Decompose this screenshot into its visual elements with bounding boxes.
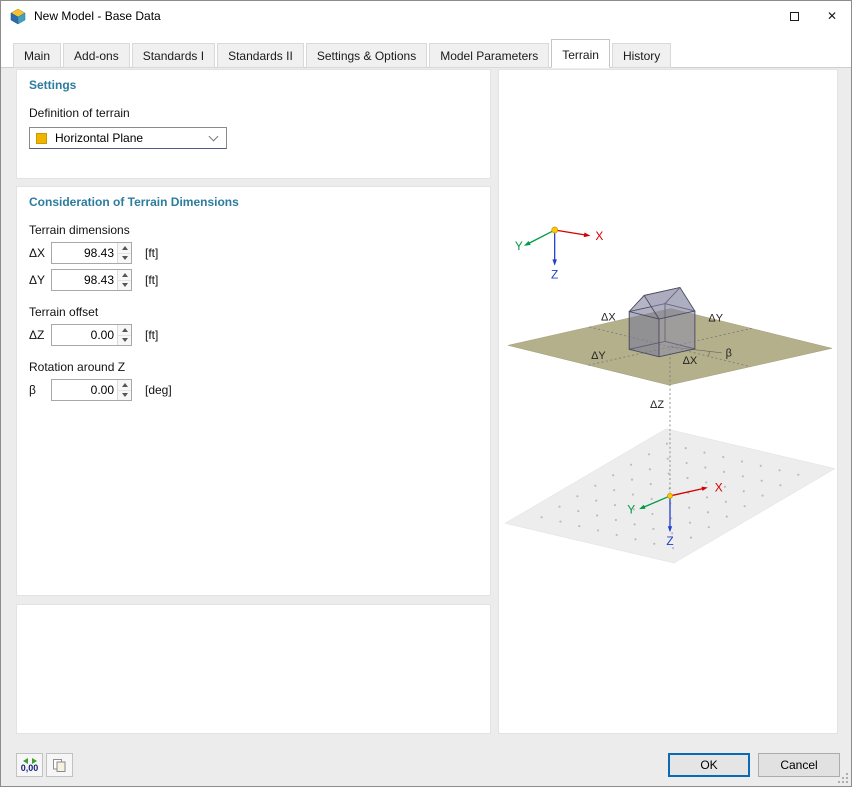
dz-label: ΔZ bbox=[650, 399, 664, 411]
dz-spin-down[interactable] bbox=[118, 335, 131, 346]
tab-add-ons[interactable]: Add-ons bbox=[63, 43, 130, 68]
chevron-down-icon bbox=[209, 131, 219, 141]
tab-standards-2[interactable]: Standards II bbox=[217, 43, 304, 68]
beta-spinner bbox=[117, 380, 131, 400]
tab-model-parameters[interactable]: Model Parameters bbox=[429, 43, 549, 68]
tab-terrain[interactable]: Terrain bbox=[551, 39, 610, 68]
dx-row: ΔX [ft] bbox=[29, 242, 478, 264]
terrain-illustration: X Y Z bbox=[499, 70, 837, 733]
dy-unit: [ft] bbox=[145, 273, 158, 287]
down-arrow-icon bbox=[122, 283, 128, 287]
dx-label: ΔX bbox=[601, 311, 616, 323]
tab-main[interactable]: Main bbox=[13, 43, 61, 68]
definition-of-terrain-label: Definition of terrain bbox=[29, 106, 478, 120]
maximize-button[interactable] bbox=[775, 1, 813, 31]
dx-input[interactable] bbox=[52, 243, 117, 263]
ok-button[interactable]: OK bbox=[668, 753, 750, 777]
display-precision-button[interactable]: 0,00 bbox=[16, 753, 43, 777]
settings-panel: Settings Definition of terrain Horizonta… bbox=[16, 69, 491, 179]
rotation-around-z-label: Rotation around Z bbox=[29, 360, 478, 374]
axis-z-label: Z bbox=[551, 268, 558, 282]
beta-label: β bbox=[726, 347, 732, 359]
terrain-preview-panel: X Y Z bbox=[498, 69, 838, 734]
tab-settings-options[interactable]: Settings & Options bbox=[306, 43, 427, 68]
down-arrow-icon bbox=[122, 256, 128, 260]
copy-icon bbox=[52, 758, 67, 773]
precision-label: 0,00 bbox=[21, 764, 39, 773]
terrain-definition-value: Horizontal Plane bbox=[55, 131, 210, 145]
beta-row: β [deg] bbox=[29, 379, 478, 401]
beta-unit: [deg] bbox=[145, 383, 172, 397]
beta-spin-up[interactable] bbox=[118, 380, 131, 390]
dy-spinner bbox=[117, 270, 131, 290]
up-arrow-icon bbox=[122, 273, 128, 277]
down-arrow-icon bbox=[122, 338, 128, 342]
new-model-dialog: New Model - Base Data ✕ Main Add-ons Sta… bbox=[0, 0, 852, 787]
axis-x-label: X bbox=[595, 229, 603, 243]
dialog-content: Settings Definition of terrain Horizonta… bbox=[1, 68, 851, 786]
terrain-offset-label: Terrain offset bbox=[29, 305, 478, 319]
resize-grip[interactable] bbox=[837, 772, 849, 784]
house-model bbox=[629, 287, 695, 356]
tab-history[interactable]: History bbox=[612, 43, 671, 68]
dx-unit: [ft] bbox=[145, 246, 158, 260]
terrain-color-swatch bbox=[36, 133, 47, 144]
dimensions-heading: Consideration of Terrain Dimensions bbox=[29, 195, 478, 209]
dy-spinbox bbox=[51, 269, 132, 291]
maximize-icon bbox=[790, 12, 799, 21]
dx-spin-down[interactable] bbox=[118, 253, 131, 264]
dx-spinner bbox=[117, 243, 131, 263]
terrain-definition-dropdown[interactable]: Horizontal Plane bbox=[29, 127, 227, 149]
terrain-dimensions-panel: Consideration of Terrain Dimensions Terr… bbox=[16, 186, 491, 596]
beta-spinbox bbox=[51, 379, 132, 401]
dz-spinbox bbox=[51, 324, 132, 346]
dz-input[interactable] bbox=[52, 325, 117, 345]
window-title: New Model - Base Data bbox=[34, 9, 775, 23]
beta-input[interactable] bbox=[52, 380, 117, 400]
dz-unit: [ft] bbox=[145, 328, 158, 342]
down-arrow-icon bbox=[122, 393, 128, 397]
cancel-button[interactable]: Cancel bbox=[758, 753, 840, 777]
dx-symbol: ΔX bbox=[29, 246, 51, 260]
up-arrow-icon bbox=[122, 246, 128, 250]
axis-z-label: Z bbox=[666, 534, 673, 548]
dx-spin-up[interactable] bbox=[118, 243, 131, 253]
dx-spinbox bbox=[51, 242, 132, 264]
settings-heading: Settings bbox=[29, 78, 478, 92]
dy-symbol: ΔY bbox=[29, 273, 51, 287]
up-arrow-icon bbox=[122, 328, 128, 332]
dz-row: ΔZ [ft] bbox=[29, 324, 478, 346]
beta-spin-down[interactable] bbox=[118, 390, 131, 401]
axis-y-label: Y bbox=[627, 502, 635, 516]
tab-standards-1[interactable]: Standards I bbox=[132, 43, 215, 68]
dz-symbol: ΔZ bbox=[29, 328, 51, 342]
dy-input[interactable] bbox=[52, 270, 117, 290]
dy-label: ΔY bbox=[591, 350, 606, 362]
tab-bar: Main Add-ons Standards I Standards II Se… bbox=[1, 31, 851, 68]
up-arrow-icon bbox=[122, 383, 128, 387]
axis-x-label: X bbox=[715, 480, 723, 494]
app-icon bbox=[9, 7, 27, 25]
dz-spinner bbox=[117, 325, 131, 345]
global-axes-top: X Y Z bbox=[515, 227, 604, 282]
comment-panel bbox=[16, 604, 491, 734]
dy-spin-down[interactable] bbox=[118, 280, 131, 291]
axis-y-label: Y bbox=[515, 239, 523, 253]
beta-symbol: β bbox=[29, 383, 51, 397]
dx-label: ΔX bbox=[683, 355, 698, 367]
dz-spin-up[interactable] bbox=[118, 325, 131, 335]
dy-label: ΔY bbox=[708, 312, 723, 324]
close-icon: ✕ bbox=[827, 9, 837, 23]
copy-settings-button[interactable] bbox=[46, 753, 73, 777]
close-button[interactable]: ✕ bbox=[813, 1, 851, 31]
dy-spin-up[interactable] bbox=[118, 270, 131, 280]
titlebar: New Model - Base Data ✕ bbox=[1, 1, 851, 31]
dy-row: ΔY [ft] bbox=[29, 269, 478, 291]
terrain-dimensions-label: Terrain dimensions bbox=[29, 223, 478, 237]
